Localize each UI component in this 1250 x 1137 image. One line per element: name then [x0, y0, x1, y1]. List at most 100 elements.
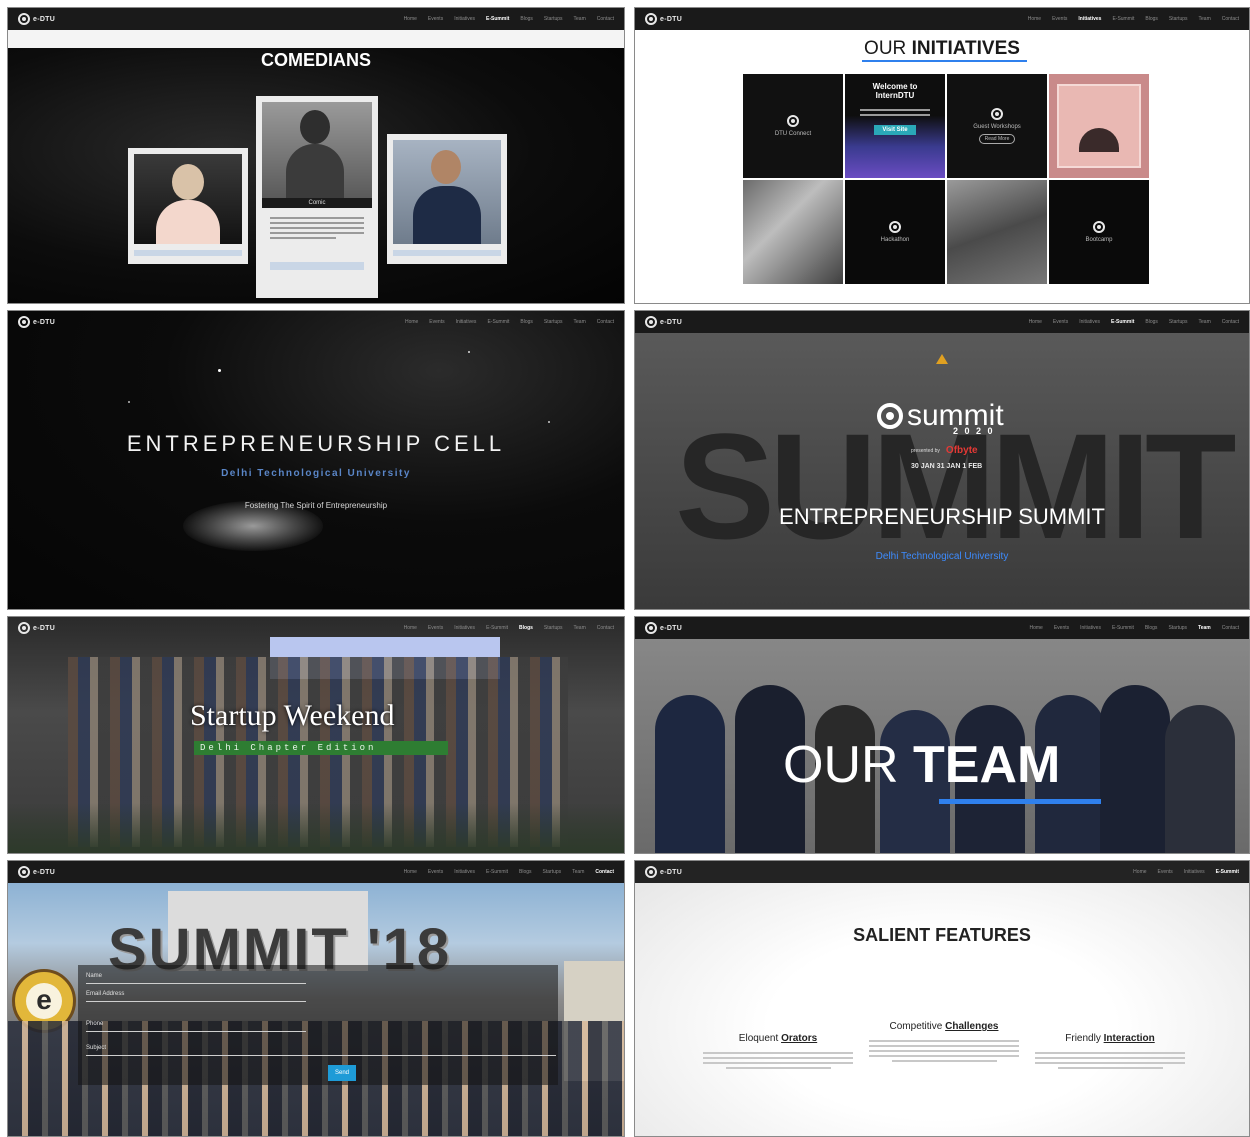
nav-item-initiatives[interactable]: Initiatives	[1079, 319, 1100, 325]
ecell-logo-icon	[991, 108, 1003, 120]
name-input[interactable]	[86, 983, 306, 984]
nav-item-startups[interactable]: Startups	[544, 625, 563, 631]
nav-item-contact[interactable]: Contact	[597, 319, 614, 325]
nav-item-startups[interactable]: Startups	[544, 319, 563, 325]
initiative-tile[interactable]: Bootcamp	[1049, 180, 1149, 284]
nav-item-contact[interactable]: Contact	[1222, 319, 1239, 325]
nav-item-events[interactable]: Events	[428, 16, 443, 22]
nav-item-blogs[interactable]: Blogs	[1145, 625, 1158, 631]
initiative-tile[interactable]: DTU Connect	[743, 74, 843, 178]
initiative-tile-photo[interactable]	[947, 180, 1047, 284]
logo[interactable]: e-DTU	[645, 13, 682, 25]
nav-item-initiatives[interactable]: Initiatives	[454, 16, 475, 22]
phone-input[interactable]	[86, 1031, 306, 1032]
logo[interactable]: e-DTU	[18, 622, 55, 634]
nav-menu: Home Events Initiatives E-Summit	[1133, 869, 1239, 875]
nav-menu: Home Events Initiatives E-Summit Blogs S…	[1028, 16, 1239, 22]
nav-item-team[interactable]: Team	[1199, 16, 1211, 22]
nav-item-startups[interactable]: Startups	[1169, 16, 1188, 22]
nav-item-home[interactable]: Home	[405, 319, 418, 325]
nav-item-events[interactable]: Events	[429, 319, 444, 325]
nav-item-home[interactable]: Home	[404, 869, 417, 875]
nav-item-home[interactable]: Home	[404, 625, 417, 631]
nav-item-contact[interactable]: Contact	[597, 625, 614, 631]
nav-item-initiatives[interactable]: Initiatives	[454, 625, 475, 631]
nav-item-esummit[interactable]: E-Summit	[486, 16, 509, 22]
logo[interactable]: e-DTU	[645, 866, 682, 878]
nav-item-home[interactable]: Home	[404, 16, 417, 22]
visit-site-button[interactable]: Visit Site	[874, 125, 916, 135]
nav-item-events[interactable]: Events	[1158, 869, 1173, 875]
nav-item-esummit[interactable]: E-Summit	[1112, 625, 1134, 631]
initiative-tile-photo[interactable]	[743, 180, 843, 284]
nav-item-home[interactable]: Home	[1029, 319, 1042, 325]
subject-input[interactable]	[86, 1055, 556, 1056]
comedian-card[interactable]	[387, 134, 507, 264]
nav-item-esummit[interactable]: E-Summit	[486, 625, 508, 631]
nav-item-initiatives[interactable]: Initiatives	[1080, 625, 1101, 631]
nav-item-home[interactable]: Home	[1029, 625, 1042, 631]
initiative-tile[interactable]: Hackathon	[845, 180, 945, 284]
initiative-tile-pink[interactable]	[1049, 74, 1149, 178]
comedian-card-featured[interactable]: Comic	[256, 96, 378, 298]
nav-item-esummit[interactable]: E-Summit	[1112, 16, 1134, 22]
nav-item-blogs[interactable]: Blogs	[519, 625, 533, 631]
nav-item-initiatives[interactable]: Initiatives	[456, 319, 477, 325]
nav-item-contact[interactable]: Contact	[1222, 625, 1239, 631]
logo[interactable]: e-DTU	[18, 13, 55, 25]
nav-menu: Home Events Initiatives E-Summit Blogs S…	[404, 869, 614, 875]
contact-form: Name Email Address Phone Subject Send	[78, 965, 558, 1085]
card-button[interactable]	[393, 250, 501, 256]
nav-item-esummit[interactable]: E-Summit	[487, 319, 509, 325]
card-button[interactable]	[270, 262, 364, 270]
nav-item-startups[interactable]: Startups	[544, 16, 563, 22]
nav-item-startups[interactable]: Startups	[543, 869, 562, 875]
nav-item-blogs[interactable]: Blogs	[519, 869, 532, 875]
logo[interactable]: e-DTU	[645, 622, 682, 634]
event-dates: 30 JAN 31 JAN 1 FEB	[911, 463, 983, 470]
nav-item-startups[interactable]: Startups	[1168, 625, 1187, 631]
nav-item-team[interactable]: Team	[574, 319, 586, 325]
panel-team: e-DTU Home Events Initiatives E-Summit B…	[634, 616, 1250, 854]
logo[interactable]: e-DTU	[18, 866, 55, 878]
nav-item-blogs[interactable]: Blogs	[1145, 319, 1158, 325]
nav-item-team[interactable]: Team	[1198, 625, 1211, 631]
nav-item-contact[interactable]: Contact	[595, 869, 614, 875]
feature-item: Competitive Challenges	[869, 1021, 1019, 1065]
nav-item-blogs[interactable]: Blogs	[520, 319, 533, 325]
nav-item-contact[interactable]: Contact	[1222, 16, 1239, 22]
nav-item-esummit[interactable]: E-Summit	[1111, 319, 1134, 325]
nav-item-events[interactable]: Events	[1054, 625, 1069, 631]
nav-item-team[interactable]: Team	[572, 869, 584, 875]
nav-item-events[interactable]: Events	[428, 869, 443, 875]
logo[interactable]: e-DTU	[18, 316, 55, 328]
initiative-tile-intern[interactable]: Welcome to InternDTU Visit Site	[845, 74, 945, 178]
nav-item-home[interactable]: Home	[1133, 869, 1146, 875]
comedian-card[interactable]	[128, 148, 248, 264]
nav-item-initiatives[interactable]: Initiatives	[454, 869, 475, 875]
nav-item-team[interactable]: Team	[574, 625, 586, 631]
logo[interactable]: e-DTU	[645, 316, 682, 328]
nav-item-initiatives[interactable]: Initiatives	[1184, 869, 1205, 875]
nav-item-events[interactable]: Events	[1052, 16, 1067, 22]
card-button[interactable]	[134, 250, 242, 256]
nav-item-team[interactable]: Team	[574, 16, 586, 22]
nav-item-events[interactable]: Events	[428, 625, 443, 631]
nav-item-home[interactable]: Home	[1028, 16, 1041, 22]
ecell-logo-icon	[889, 221, 901, 233]
nav-item-blogs[interactable]: Blogs	[1145, 16, 1158, 22]
send-button[interactable]: Send	[328, 1065, 356, 1081]
read-more-button[interactable]: Read More	[978, 134, 1016, 144]
nav-item-events[interactable]: Events	[1053, 319, 1068, 325]
nav-item-startups[interactable]: Startups	[1169, 319, 1188, 325]
ecell-logo-icon	[1093, 221, 1105, 233]
nav-item-esummit[interactable]: E-Summit	[1216, 869, 1239, 875]
nav-item-initiatives[interactable]: Initiatives	[1078, 16, 1101, 22]
email-input[interactable]	[86, 1001, 306, 1002]
nav-item-team[interactable]: Team	[1199, 319, 1211, 325]
navbar: e-DTU Home Events Initiatives E-Summit B…	[8, 617, 624, 639]
nav-item-esummit[interactable]: E-Summit	[486, 869, 508, 875]
nav-item-blogs[interactable]: Blogs	[520, 16, 533, 22]
initiative-tile[interactable]: Guest Workshops Read More	[947, 74, 1047, 178]
nav-item-contact[interactable]: Contact	[597, 16, 614, 22]
